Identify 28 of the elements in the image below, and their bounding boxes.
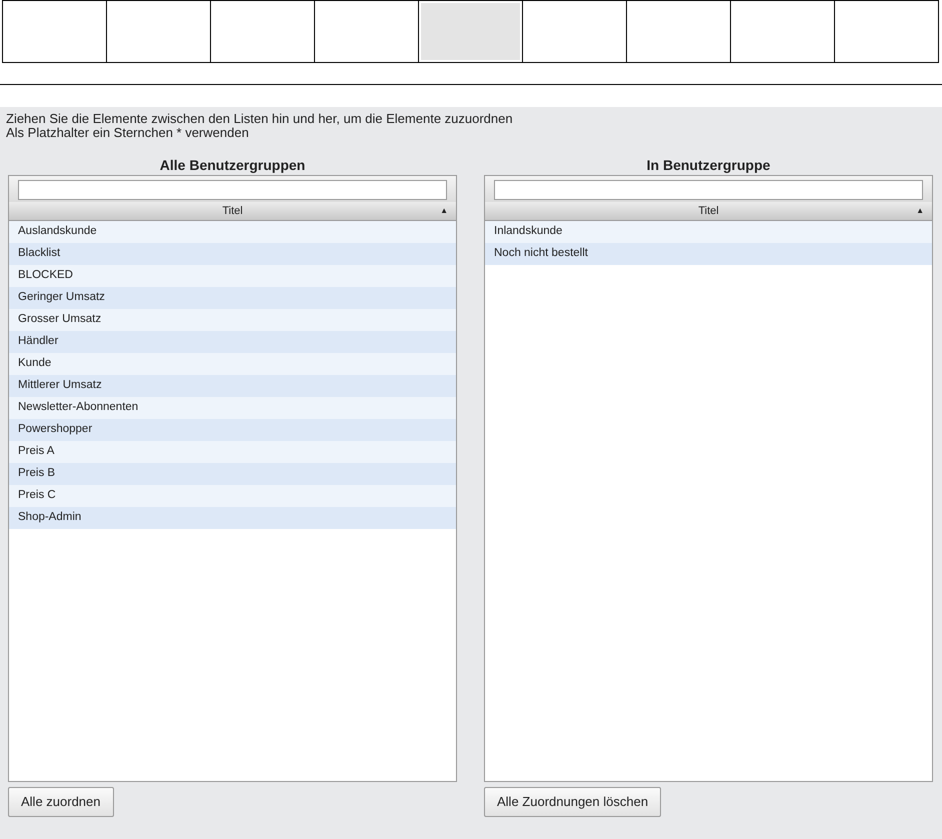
instruction-text: Als Platzhalter ein Sternchen * verwenden <box>6 126 250 140</box>
list-item[interactable]: Preis C <box>9 485 456 507</box>
list-item[interactable]: Grosser Umsatz <box>9 309 456 331</box>
list-item[interactable]: Noch nicht bestellt <box>485 243 932 265</box>
sort-up-icon: ▲ <box>440 207 448 215</box>
list-item[interactable]: Inlandskunde <box>485 221 932 243</box>
list-item[interactable]: Newsletter-Abonnenten <box>9 397 456 419</box>
sort-up-icon: ▲ <box>916 207 924 215</box>
assign-button[interactable]: Alle Zuordnungen löschen <box>484 787 662 817</box>
list-item[interactable]: Preis B <box>9 463 456 485</box>
list-item[interactable]: Auslandskunde <box>9 221 456 243</box>
list-item[interactable]: Shop-Admin <box>9 507 456 529</box>
list-item[interactable]: Geringer Umsatz <box>9 287 456 309</box>
list-title: In Benutzergruppe <box>646 156 772 174</box>
list-item[interactable]: Preis A <box>9 441 456 463</box>
list-item[interactable]: Mittlerer Umsatz <box>9 375 456 397</box>
column-header[interactable]: Titel ▲ <box>9 202 456 221</box>
column-header[interactable]: Titel ▲ <box>485 202 932 221</box>
list-title: Alle Benutzergruppen <box>158 156 306 174</box>
assign-button[interactable]: Alle zuordnen <box>8 787 114 817</box>
list-item[interactable]: Kunde <box>9 353 456 375</box>
filter-field[interactable] <box>18 180 447 200</box>
list-item[interactable]: BLOCKED <box>9 265 456 287</box>
list-item[interactable]: Powershopper <box>9 419 456 441</box>
list-item[interactable]: Händler <box>9 331 456 353</box>
instruction-text: Ziehen Sie die Elemente zwischen den Listen hin und her, um die Elemente zuzuordnen <box>6 112 514 126</box>
list-item[interactable]: Blacklist <box>9 243 456 265</box>
filter-field[interactable] <box>494 180 923 200</box>
